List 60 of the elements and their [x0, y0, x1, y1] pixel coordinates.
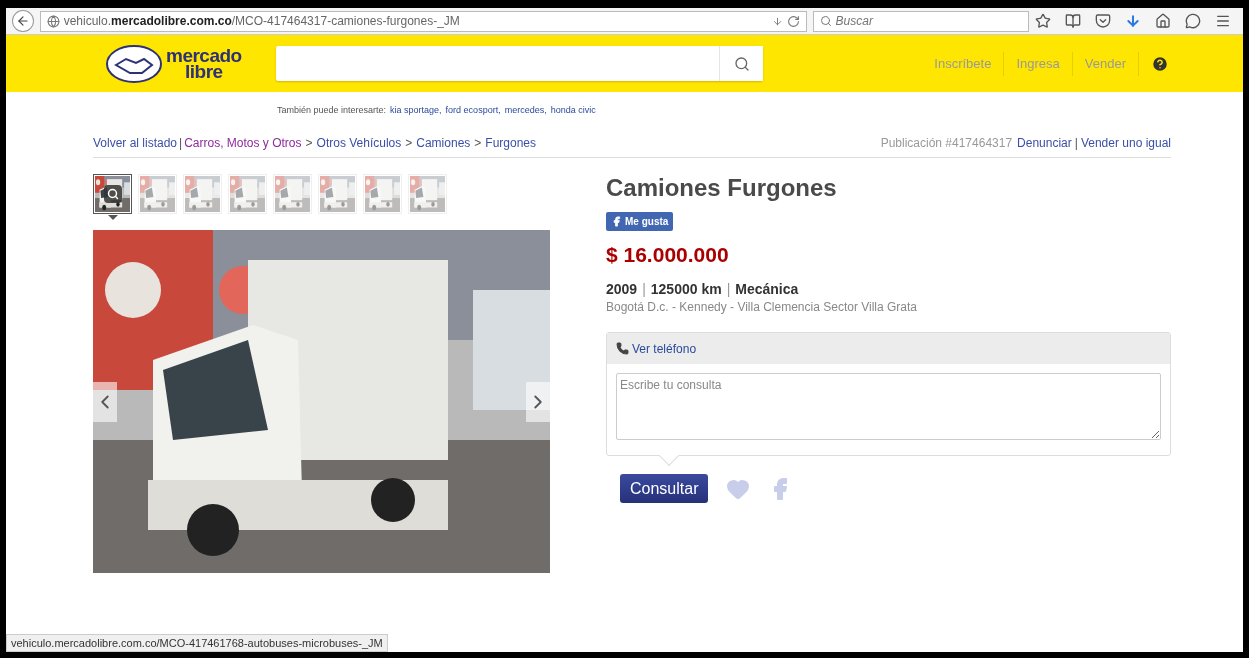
separator: >: [474, 136, 482, 150]
suggestion-link[interactable]: kia sportage,: [390, 105, 442, 115]
phone-icon: [616, 342, 629, 355]
search-icon: [733, 55, 750, 72]
separator: |: [642, 281, 646, 297]
separator: >: [305, 136, 313, 150]
separator: |: [1074, 136, 1078, 150]
separator: |: [179, 136, 183, 150]
suggestion-link[interactable]: ford ecosport,: [445, 105, 501, 115]
suggestion-link[interactable]: mercedes,: [504, 105, 547, 115]
menu-icon[interactable]: [1215, 13, 1231, 29]
home-icon[interactable]: [1155, 13, 1171, 29]
listing-title: Camiones Furgones: [606, 174, 838, 202]
facebook-icon: [611, 216, 622, 227]
star-icon[interactable]: [1035, 13, 1051, 29]
breadcrumb-link[interactable]: Carros, Motos y Otros: [184, 136, 302, 150]
back-button[interactable]: [12, 10, 34, 32]
pocket-icon[interactable]: [1095, 13, 1111, 29]
dropdown-icon[interactable]: [771, 15, 783, 27]
back-link[interactable]: Volver al listado: [93, 136, 178, 150]
next-button[interactable]: [526, 382, 550, 422]
help-icon[interactable]: [1151, 54, 1169, 73]
back-arrow-icon: [15, 14, 30, 28]
logo-text: libre: [185, 63, 223, 80]
search-icon: [819, 15, 832, 27]
browser-search-box[interactable]: Buscar: [812, 10, 1029, 32]
search-button[interactable]: [719, 46, 763, 81]
question-field[interactable]: Escribe tu consulta: [616, 373, 1161, 440]
caret-icon: [108, 215, 118, 220]
suggestion-link[interactable]: honda civic: [550, 105, 596, 115]
download-icon[interactable]: [1125, 13, 1141, 29]
separator: |: [726, 281, 731, 297]
address-bar[interactable]: vehiculo.mercadolibre.com.co/MCO-417464317-camiones-furgones-_JM: [39, 10, 807, 32]
publication-number: Publicación #417464317: [880, 136, 1013, 150]
breadcrumb-link[interactable]: Otros Vehículos: [316, 136, 402, 150]
reload-icon[interactable]: [786, 14, 800, 28]
suggestions-label: También puede interesarte:: [277, 105, 387, 115]
price: $ 16.000.000: [606, 243, 730, 267]
search-field[interactable]: [276, 46, 763, 81]
url-text: vehiculo.mercadolibre.com.co/MCO-417464317-camiones-furgones-_JM: [63, 14, 461, 28]
spec-text: 2009: [606, 281, 638, 297]
zoom-icon: [104, 185, 122, 203]
globe-icon: [46, 14, 60, 28]
submit-button[interactable]: Consultar: [620, 474, 709, 503]
status-bar: vehiculo.mercadolibre.com.co/MCO-417461768-autobuses-microbuses-_JM: [6, 634, 388, 652]
publication-link[interactable]: Denunciar: [1017, 136, 1072, 150]
book-icon[interactable]: [1065, 13, 1081, 29]
separator: >: [405, 136, 413, 150]
phone-link[interactable]: Ver teléfono: [632, 341, 697, 356]
chat-icon[interactable]: [1185, 13, 1201, 29]
location-text: Bogotá D.c. - Kennedy - Villa Clemencia Sector Villa Grata: [606, 300, 919, 314]
browser-search-field[interactable]: Buscar: [835, 14, 1016, 28]
publication-link[interactable]: Vender uno igual: [1080, 136, 1171, 150]
previous-button[interactable]: [93, 382, 117, 422]
spec-text: Mecánica: [735, 281, 799, 297]
like-button[interactable]: Me gusta: [606, 212, 674, 231]
spec-text: 125000 km: [650, 281, 722, 297]
breadcrumb-link[interactable]: Camiones: [416, 136, 471, 150]
logo-text: mercado: [166, 47, 242, 64]
breadcrumb-link[interactable]: Furgones: [485, 136, 537, 150]
